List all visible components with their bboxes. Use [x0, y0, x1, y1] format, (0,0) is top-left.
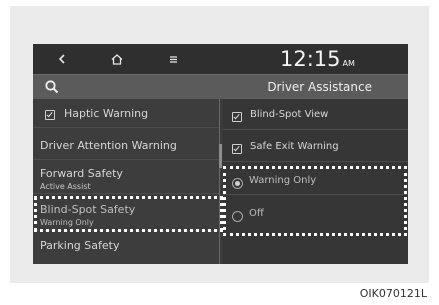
clock-ampm: AM [342, 59, 355, 68]
clock: 12:15 AM [280, 46, 355, 72]
figure-code: OIK070121L [359, 287, 427, 300]
left-item-label: Blind-Spot Safety [40, 203, 136, 216]
option-label: Off [249, 208, 264, 219]
header-bar: Driver Assistance [33, 74, 408, 99]
option-label: Safe Exit Warning [250, 141, 339, 152]
top-bar: 12:15 AM [33, 44, 408, 74]
haptic-warning-checkbox[interactable] [45, 110, 55, 120]
left-item-label: Haptic Warning [64, 107, 149, 120]
menu-button[interactable] [163, 50, 183, 68]
home-button[interactable] [107, 50, 127, 68]
infotainment-screen: 12:15 AM Driver Assistance Haptic Warning… [33, 44, 408, 264]
left-menu: Haptic Warning Driver Attention Warning … [33, 99, 220, 264]
right-settings: Blind-Spot View Safe Exit Warning Warnin… [223, 99, 408, 264]
option-label: Warning Only [249, 175, 317, 186]
menu-icon [169, 55, 177, 63]
left-item-sublabel: Warning Only [40, 218, 94, 227]
chevron-left-icon [58, 54, 65, 64]
left-item-label: Forward Safety [40, 167, 123, 180]
warning-only-radio[interactable] [232, 178, 243, 189]
clock-time: 12:15 [280, 47, 341, 71]
left-item-label: Parking Safety [40, 239, 120, 252]
blind-spot-view-checkbox[interactable] [232, 112, 242, 122]
option-label: Blind-Spot View [250, 109, 329, 120]
scrollbar[interactable] [219, 144, 222, 168]
left-item-sublabel: Active Assist [40, 182, 91, 191]
back-button[interactable] [52, 50, 72, 68]
left-item-label: Driver Attention Warning [40, 139, 177, 152]
search-icon[interactable] [44, 79, 60, 95]
home-icon [111, 53, 123, 65]
page-title: Driver Assistance [267, 80, 372, 94]
safe-exit-warning-checkbox[interactable] [232, 144, 242, 154]
off-radio[interactable] [232, 211, 243, 222]
